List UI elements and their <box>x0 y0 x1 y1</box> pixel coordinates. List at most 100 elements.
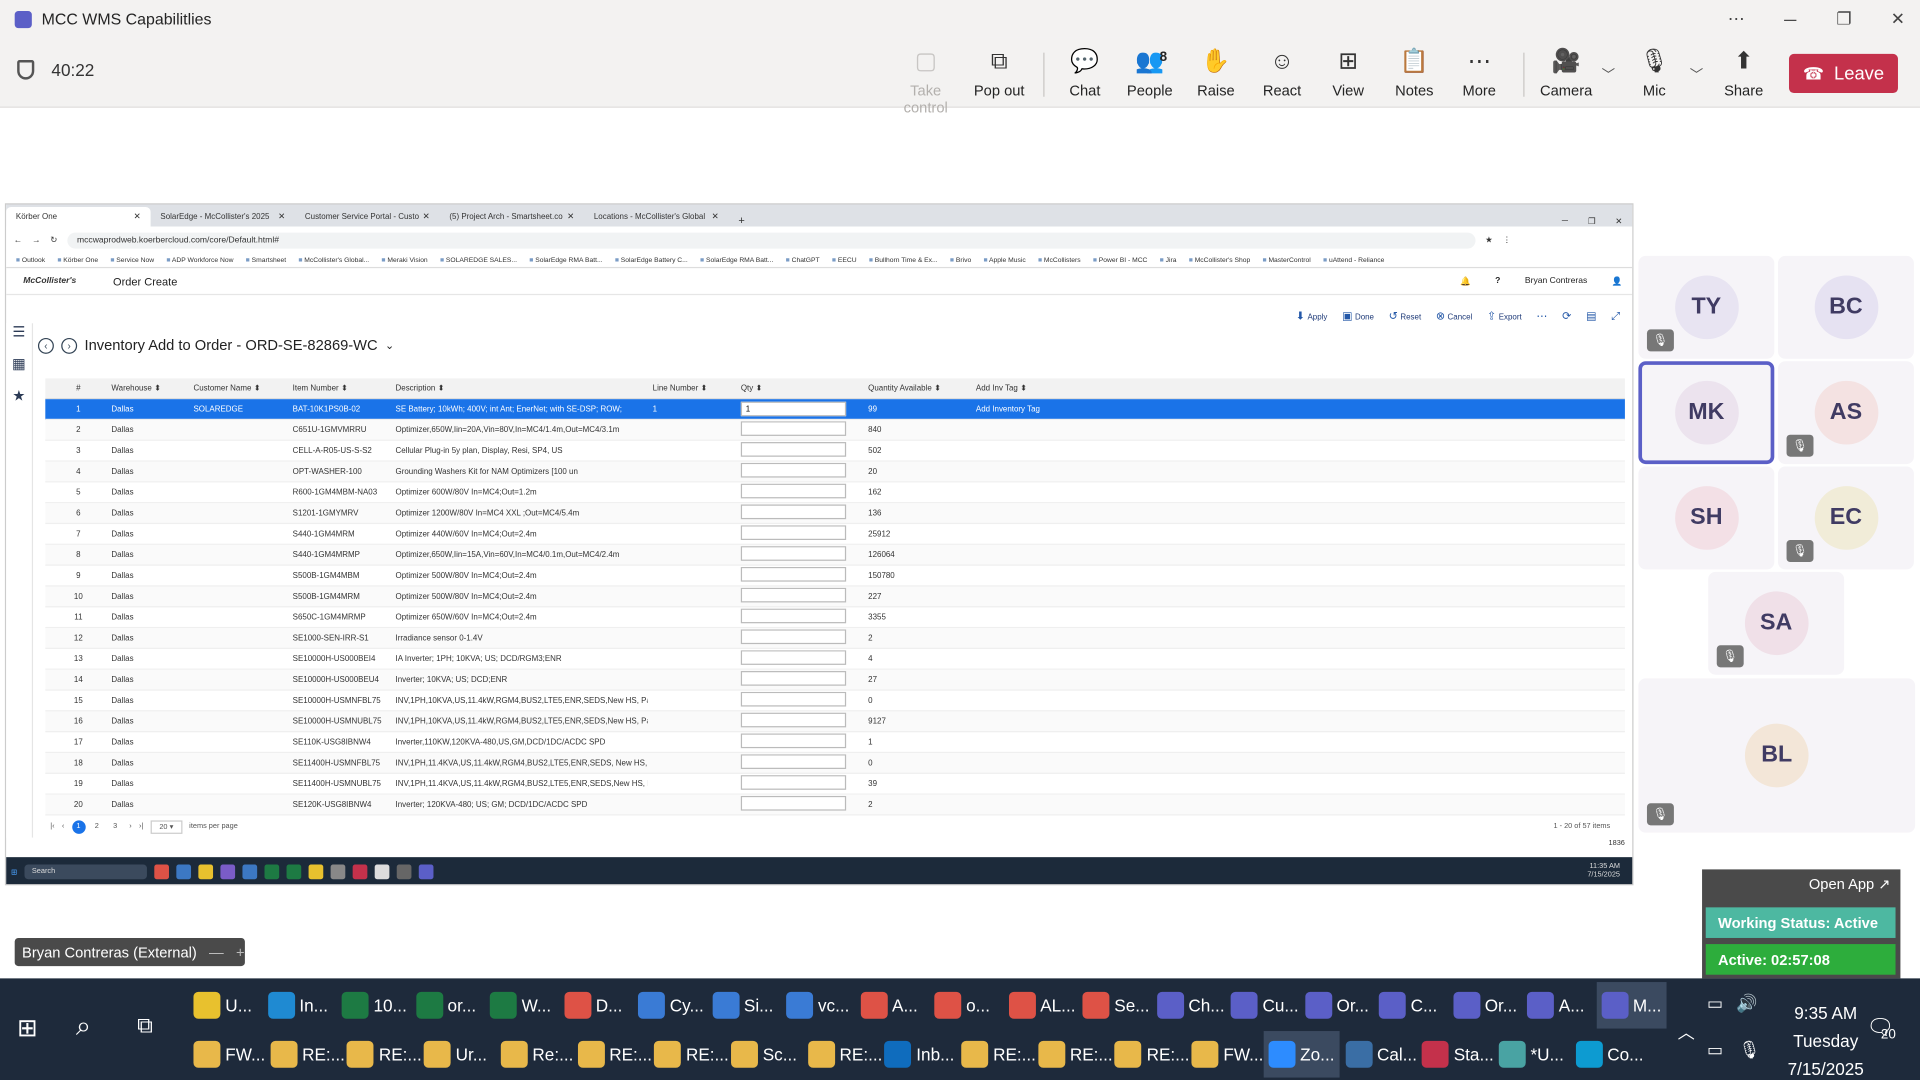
notes-button[interactable]: 📋 Notes <box>1382 48 1446 99</box>
sort-icon[interactable]: ⬍ <box>341 384 348 393</box>
user-name[interactable]: Bryan Contreras <box>1525 277 1587 286</box>
column-header[interactable]: Customer Name ⬍ <box>189 383 288 393</box>
title-chevron-down-icon[interactable]: ⌄ <box>385 339 394 352</box>
bookmark-item[interactable]: Outlook <box>16 257 45 264</box>
tab-close-icon[interactable]: ✕ <box>423 212 430 222</box>
taskbar-app[interactable]: Cy... <box>633 982 709 1029</box>
qty-input[interactable] <box>740 462 847 478</box>
sort-icon[interactable]: ⬍ <box>438 384 445 393</box>
table-row[interactable]: 11 Dallas S650C-1GM4MRMP Optimizer 650W/60V… <box>45 607 1625 629</box>
qty-input[interactable] <box>740 691 847 707</box>
minimize-icon[interactable]: ─ <box>1551 217 1578 227</box>
leave-button[interactable]: ☎ Leave <box>1788 53 1898 94</box>
table-row[interactable]: 12 Dallas SE1000-SEN-IRR-S1 Irradiance sens… <box>45 628 1625 649</box>
qty-input[interactable] <box>740 566 847 582</box>
bookmark-item[interactable]: Körber One <box>57 257 98 264</box>
qty-input[interactable] <box>740 587 847 603</box>
table-row[interactable]: 20 Dallas SE120K-USG8IBNW4 Inverter; 120KVA… <box>45 794 1625 816</box>
take-control-button[interactable]: ▢ Take control <box>894 48 958 116</box>
column-header[interactable]: Description ⬍ <box>391 383 648 393</box>
view-button[interactable]: ⊞ View <box>1316 48 1380 99</box>
back-circle-icon[interactable]: ‹ <box>37 337 54 354</box>
close-icon[interactable]: ✕ <box>1605 217 1632 227</box>
taskbar-app[interactable]: FW... <box>189 1031 271 1078</box>
forward-circle-icon[interactable]: › <box>61 337 78 354</box>
bell-icon[interactable]: 🔔 <box>1460 276 1471 286</box>
bookmark-item[interactable]: Brivo <box>950 257 971 264</box>
maximize-icon[interactable]: ❐ <box>1578 217 1605 227</box>
minimize-icon[interactable]: — <box>209 943 224 960</box>
sort-icon[interactable]: ⬍ <box>756 384 763 393</box>
bookmark-item[interactable]: Meraki Vision <box>381 257 427 264</box>
table-row[interactable]: 10 Dallas S500B-1GM4MRM Optimizer 500W/80V … <box>45 586 1625 608</box>
browser-tab[interactable]: Locations - McCollister's Global ✕ <box>584 207 728 227</box>
taskbar-app[interactable]: Ch... <box>1152 982 1230 1029</box>
qty-input[interactable] <box>740 754 847 769</box>
settings-icon[interactable] <box>396 864 412 880</box>
edge-icon[interactable] <box>176 864 192 880</box>
bookmark-item[interactable]: Apple Music <box>983 257 1026 264</box>
mic-button[interactable]: 🎙 Mic <box>1622 48 1686 99</box>
page-options-icon[interactable]: ▤ <box>1586 310 1596 323</box>
table-row[interactable]: 8 Dallas S440-1GM4MRMP Optimizer,650W,Iin=1… <box>45 544 1625 566</box>
bookmark-item[interactable]: McCollister's Global... <box>298 257 369 264</box>
outlook-icon[interactable] <box>242 864 258 880</box>
qty-input[interactable] <box>740 712 847 728</box>
start-icon[interactable]: ⊞ <box>17 1013 38 1044</box>
bookmark-item[interactable]: McCollisters <box>1038 257 1081 264</box>
sort-icon[interactable]: ⬍ <box>701 384 708 393</box>
qty-input[interactable] <box>740 795 847 811</box>
notepad-icon[interactable] <box>374 864 390 880</box>
menu-icon[interactable]: ☰ <box>6 323 32 355</box>
taskbar-app[interactable]: Se... <box>1078 982 1155 1029</box>
chat-button[interactable]: 💬 Chat <box>1053 48 1117 99</box>
tab-close-icon[interactable]: ✕ <box>134 212 141 222</box>
taskbar-app[interactable]: Sta... <box>1417 1031 1499 1078</box>
next-page-icon[interactable]: › <box>129 823 131 830</box>
taskbar-app[interactable]: Co... <box>1571 1031 1649 1078</box>
app-icon[interactable] <box>220 864 236 880</box>
minimize-icon[interactable]: ─ <box>1763 9 1817 29</box>
bookmark-item[interactable]: Service Now <box>110 257 154 264</box>
participant-tile[interactable]: EC 🎙 <box>1777 466 1914 570</box>
table-row[interactable]: 14 Dallas SE10000H-US000BEU4 Inverter; 10KV… <box>45 669 1625 691</box>
bookmark-item[interactable]: ADP Workforce Now <box>166 257 234 264</box>
qty-input[interactable] <box>740 525 847 541</box>
star-icon[interactable]: ★ <box>1485 235 1493 245</box>
bookmark-item[interactable]: uAttend - Reliance <box>1323 257 1384 264</box>
page-number[interactable]: 2 <box>90 820 103 833</box>
taskbar-app[interactable]: A... <box>1522 982 1589 1029</box>
participant-tile[interactable]: TY 🎙 <box>1638 255 1775 359</box>
network-icon[interactable]: ▭ <box>1707 1040 1723 1061</box>
browser-tab[interactable]: Körber One ✕ <box>6 206 151 227</box>
more-actions-icon[interactable]: ⋯ <box>1536 310 1547 323</box>
menu-icon[interactable]: ⋮ <box>1503 235 1512 245</box>
react-button[interactable]: ☺ React <box>1250 48 1314 99</box>
taskbar-app[interactable]: RE:... <box>803 1031 888 1078</box>
camera-options-chevron-icon[interactable]: ﹀ <box>1602 65 1615 85</box>
page-number[interactable]: 3 <box>108 820 121 833</box>
raise-button[interactable]: ✋ Raise <box>1184 48 1248 99</box>
share-button[interactable]: ⬆ Share <box>1712 48 1776 99</box>
fullscreen-icon[interactable]: ⤢ <box>1611 310 1620 323</box>
taskbar-app[interactable]: *U... <box>1494 1031 1569 1078</box>
column-header[interactable]: # <box>45 384 106 393</box>
taskbar-app[interactable]: o... <box>929 982 994 1029</box>
taskbar-app[interactable]: AL... <box>1003 982 1080 1029</box>
qty-input[interactable] <box>740 421 847 436</box>
taskbar-app[interactable]: Or... <box>1448 982 1522 1029</box>
taskbar-app[interactable]: RE:... <box>649 1031 734 1078</box>
bookmark-item[interactable]: SolarEdge RMA Batt... <box>529 257 602 264</box>
qty-input[interactable] <box>740 483 847 499</box>
action-apply-button[interactable]: ⬇ Apply <box>1296 310 1328 323</box>
pdf-icon[interactable] <box>352 864 368 880</box>
taskbar-app[interactable]: FW... <box>1187 1031 1269 1078</box>
participant-tile[interactable]: BC <box>1777 255 1914 359</box>
camera-button[interactable]: 🎥 Camera <box>1534 48 1598 99</box>
table-row[interactable]: 5 Dallas R600-1GM4MBM-NA03 Optimizer 600W/8… <box>45 482 1625 504</box>
qty-input[interactable] <box>740 546 847 561</box>
table-row[interactable]: 15 Dallas SE10000H-USMNFBL75 INV,1PH,10KVA,… <box>45 691 1625 712</box>
bookmark-item[interactable]: EECU <box>832 257 857 264</box>
taskbar-app[interactable]: W... <box>485 982 556 1029</box>
table-row[interactable]: 2 Dallas C651U-1GMVMRRU Optimizer,650W,Iin=… <box>45 420 1625 441</box>
